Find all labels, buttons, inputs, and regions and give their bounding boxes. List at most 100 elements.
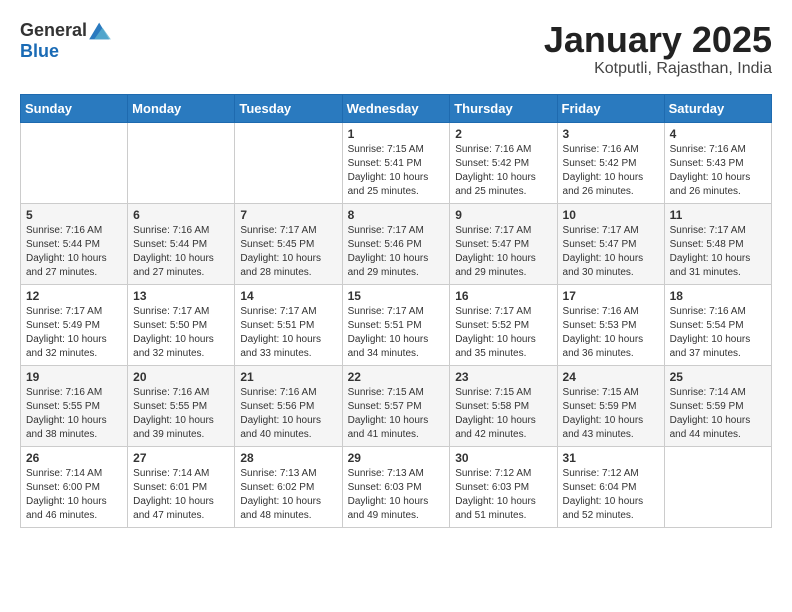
- weekday-header-monday: Monday: [128, 94, 235, 122]
- calendar-cell: [128, 122, 235, 203]
- day-number: 8: [348, 208, 445, 222]
- day-number: 30: [455, 451, 551, 465]
- day-info: Sunrise: 7:14 AM Sunset: 6:00 PM Dayligh…: [26, 467, 122, 523]
- day-number: 28: [240, 451, 336, 465]
- day-number: 2: [455, 127, 551, 141]
- day-number: 22: [348, 370, 445, 384]
- day-info: Sunrise: 7:16 AM Sunset: 5:55 PM Dayligh…: [133, 386, 229, 442]
- day-number: 13: [133, 289, 229, 303]
- day-number: 26: [26, 451, 122, 465]
- day-info: Sunrise: 7:15 AM Sunset: 5:58 PM Dayligh…: [455, 386, 551, 442]
- day-number: 31: [563, 451, 659, 465]
- calendar-week-5: 26 Sunrise: 7:14 AM Sunset: 6:00 PM Dayli…: [21, 446, 772, 527]
- calendar-cell: 22 Sunrise: 7:15 AM Sunset: 5:57 PM Dayli…: [342, 365, 450, 446]
- calendar-cell: 5 Sunrise: 7:16 AM Sunset: 5:44 PM Daylig…: [21, 203, 128, 284]
- day-info: Sunrise: 7:15 AM Sunset: 5:57 PM Dayligh…: [348, 386, 445, 442]
- calendar-cell: 1Sunrise: 7:15 AM Sunset: 5:41 PM Daylig…: [342, 122, 450, 203]
- weekday-header-tuesday: Tuesday: [235, 94, 342, 122]
- calendar-cell: [664, 446, 771, 527]
- calendar-cell: 6 Sunrise: 7:16 AM Sunset: 5:44 PM Daylig…: [128, 203, 235, 284]
- day-number: 3: [563, 127, 659, 141]
- calendar-cell: 10 Sunrise: 7:17 AM Sunset: 5:47 PM Dayli…: [557, 203, 664, 284]
- day-info: Sunrise: 7:15 AM Sunset: 5:59 PM Dayligh…: [563, 386, 659, 442]
- calendar-cell: [235, 122, 342, 203]
- day-number: 19: [26, 370, 122, 384]
- day-info: Sunrise: 7:15 AM Sunset: 5:41 PM Dayligh…: [348, 143, 445, 199]
- calendar-cell: 31Sunrise: 7:12 AM Sunset: 6:04 PM Dayli…: [557, 446, 664, 527]
- calendar-cell: 29Sunrise: 7:13 AM Sunset: 6:03 PM Dayli…: [342, 446, 450, 527]
- logo: GeneralBlue: [20, 20, 113, 62]
- day-info: Sunrise: 7:14 AM Sunset: 5:59 PM Dayligh…: [670, 386, 766, 442]
- calendar-cell: 23 Sunrise: 7:15 AM Sunset: 5:58 PM Dayli…: [450, 365, 557, 446]
- day-info: Sunrise: 7:14 AM Sunset: 6:01 PM Dayligh…: [133, 467, 229, 523]
- calendar-cell: 13 Sunrise: 7:17 AM Sunset: 5:50 PM Dayli…: [128, 284, 235, 365]
- day-number: 27: [133, 451, 229, 465]
- day-number: 25: [670, 370, 766, 384]
- calendar-cell: 14Sunrise: 7:17 AM Sunset: 5:51 PM Dayli…: [235, 284, 342, 365]
- day-info: Sunrise: 7:16 AM Sunset: 5:44 PM Dayligh…: [133, 224, 229, 280]
- calendar-cell: 9Sunrise: 7:17 AM Sunset: 5:47 PM Daylig…: [450, 203, 557, 284]
- calendar-cell: 28 Sunrise: 7:13 AM Sunset: 6:02 PM Dayli…: [235, 446, 342, 527]
- calendar-cell: 3Sunrise: 7:16 AM Sunset: 5:42 PM Daylig…: [557, 122, 664, 203]
- title-block: January 2025 Kotputli, Rajasthan, India: [544, 20, 772, 78]
- day-number: 5: [26, 208, 122, 222]
- day-number: 18: [670, 289, 766, 303]
- day-info: Sunrise: 7:17 AM Sunset: 5:46 PM Dayligh…: [348, 224, 445, 280]
- calendar-table: SundayMondayTuesdayWednesdayThursdayFrid…: [20, 94, 772, 528]
- calendar-cell: 26 Sunrise: 7:14 AM Sunset: 6:00 PM Dayli…: [21, 446, 128, 527]
- day-info: Sunrise: 7:17 AM Sunset: 5:51 PM Dayligh…: [348, 305, 445, 361]
- calendar-cell: 21 Sunrise: 7:16 AM Sunset: 5:56 PM Dayli…: [235, 365, 342, 446]
- day-info: Sunrise: 7:16 AM Sunset: 5:42 PM Dayligh…: [455, 143, 551, 199]
- weekday-header-thursday: Thursday: [450, 94, 557, 122]
- day-info: Sunrise: 7:17 AM Sunset: 5:47 PM Dayligh…: [563, 224, 659, 280]
- calendar-week-4: 19 Sunrise: 7:16 AM Sunset: 5:55 PM Dayli…: [21, 365, 772, 446]
- calendar-cell: 19 Sunrise: 7:16 AM Sunset: 5:55 PM Dayli…: [21, 365, 128, 446]
- day-info: Sunrise: 7:17 AM Sunset: 5:45 PM Dayligh…: [240, 224, 336, 280]
- day-number: 16: [455, 289, 551, 303]
- day-info: Sunrise: 7:16 AM Sunset: 5:56 PM Dayligh…: [240, 386, 336, 442]
- calendar-cell: 12Sunrise: 7:17 AM Sunset: 5:49 PM Dayli…: [21, 284, 128, 365]
- calendar-cell: 18Sunrise: 7:16 AM Sunset: 5:54 PM Dayli…: [664, 284, 771, 365]
- calendar-week-2: 5 Sunrise: 7:16 AM Sunset: 5:44 PM Daylig…: [21, 203, 772, 284]
- calendar-cell: 30 Sunrise: 7:12 AM Sunset: 6:03 PM Dayli…: [450, 446, 557, 527]
- day-number: 20: [133, 370, 229, 384]
- calendar-cell: 16 Sunrise: 7:17 AM Sunset: 5:52 PM Dayli…: [450, 284, 557, 365]
- day-number: 17: [563, 289, 659, 303]
- calendar-week-1: 1Sunrise: 7:15 AM Sunset: 5:41 PM Daylig…: [21, 122, 772, 203]
- weekday-header-wednesday: Wednesday: [342, 94, 450, 122]
- day-number: 10: [563, 208, 659, 222]
- day-number: 12: [26, 289, 122, 303]
- weekday-header-friday: Friday: [557, 94, 664, 122]
- day-number: 11: [670, 208, 766, 222]
- day-number: 15: [348, 289, 445, 303]
- day-number: 9: [455, 208, 551, 222]
- calendar-week-3: 12Sunrise: 7:17 AM Sunset: 5:49 PM Dayli…: [21, 284, 772, 365]
- weekday-header-sunday: Sunday: [21, 94, 128, 122]
- day-number: 7: [240, 208, 336, 222]
- location-title: Kotputli, Rajasthan, India: [544, 60, 772, 78]
- day-number: 23: [455, 370, 551, 384]
- logo-text: General: [20, 20, 87, 41]
- day-info: Sunrise: 7:16 AM Sunset: 5:55 PM Dayligh…: [26, 386, 122, 442]
- calendar-cell: 11 Sunrise: 7:17 AM Sunset: 5:48 PM Dayli…: [664, 203, 771, 284]
- logo-bird-icon: [87, 21, 113, 41]
- calendar-cell: 17Sunrise: 7:16 AM Sunset: 5:53 PM Dayli…: [557, 284, 664, 365]
- calendar-cell: 4Sunrise: 7:16 AM Sunset: 5:43 PM Daylig…: [664, 122, 771, 203]
- calendar-cell: 7 Sunrise: 7:17 AM Sunset: 5:45 PM Daylig…: [235, 203, 342, 284]
- day-info: Sunrise: 7:17 AM Sunset: 5:51 PM Dayligh…: [240, 305, 336, 361]
- day-number: 24: [563, 370, 659, 384]
- day-info: Sunrise: 7:17 AM Sunset: 5:48 PM Dayligh…: [670, 224, 766, 280]
- day-number: 21: [240, 370, 336, 384]
- calendar-cell: 24 Sunrise: 7:15 AM Sunset: 5:59 PM Dayli…: [557, 365, 664, 446]
- day-info: Sunrise: 7:12 AM Sunset: 6:03 PM Dayligh…: [455, 467, 551, 523]
- calendar-cell: 15 Sunrise: 7:17 AM Sunset: 5:51 PM Dayli…: [342, 284, 450, 365]
- day-info: Sunrise: 7:13 AM Sunset: 6:03 PM Dayligh…: [348, 467, 445, 523]
- day-number: 6: [133, 208, 229, 222]
- day-info: Sunrise: 7:16 AM Sunset: 5:44 PM Dayligh…: [26, 224, 122, 280]
- logo-blue-text: Blue: [20, 41, 59, 62]
- day-info: Sunrise: 7:13 AM Sunset: 6:02 PM Dayligh…: [240, 467, 336, 523]
- day-info: Sunrise: 7:17 AM Sunset: 5:50 PM Dayligh…: [133, 305, 229, 361]
- day-number: 4: [670, 127, 766, 141]
- month-title: January 2025: [544, 20, 772, 60]
- day-info: Sunrise: 7:17 AM Sunset: 5:52 PM Dayligh…: [455, 305, 551, 361]
